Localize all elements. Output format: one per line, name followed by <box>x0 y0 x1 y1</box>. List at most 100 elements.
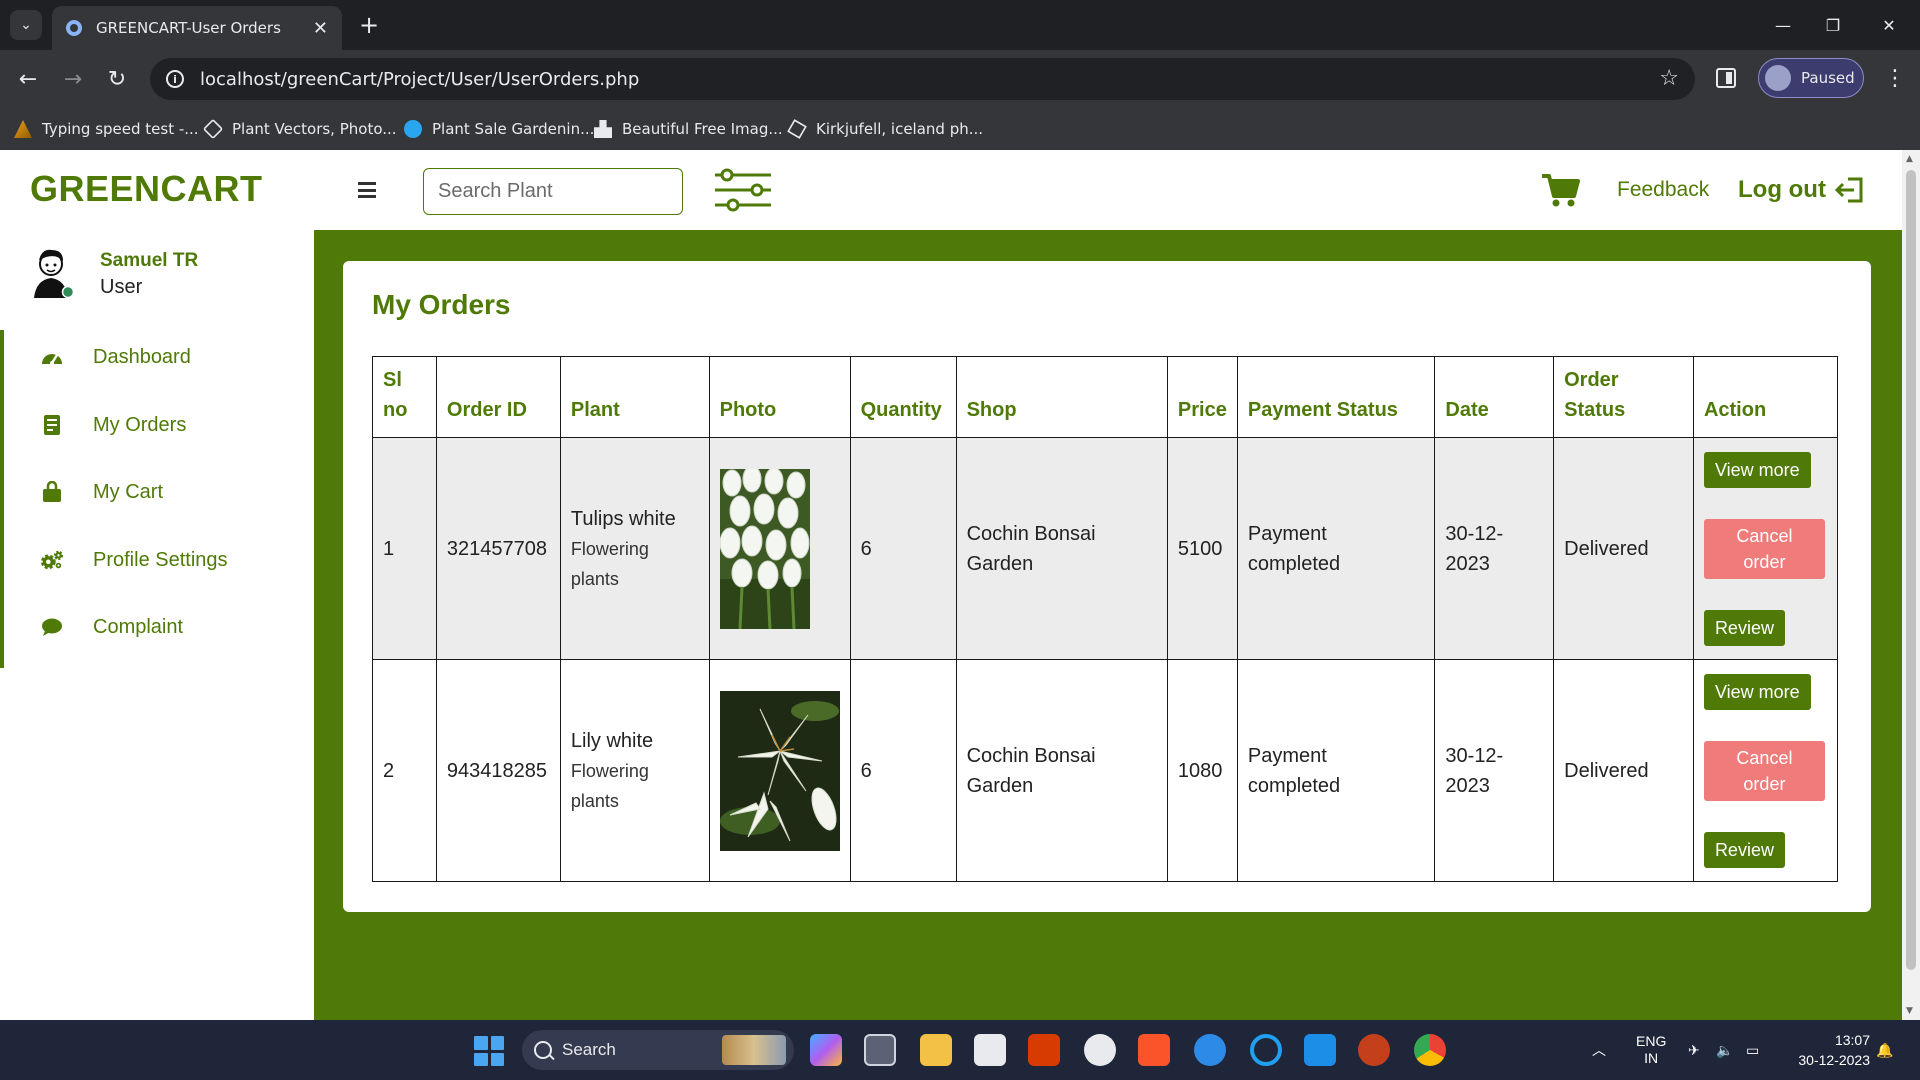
shopping-cart-icon[interactable] <box>1540 172 1580 208</box>
browser-menu-icon[interactable]: ⋮ <box>1884 64 1906 94</box>
cell-price: 1080 <box>1166 659 1238 882</box>
tray-chevron-icon[interactable]: ︿ <box>1592 1020 1606 1080</box>
globe-icon <box>66 20 82 36</box>
bookmark-item[interactable]: Beautiful Free Imag... <box>594 118 783 140</box>
bookmark-label: Typing speed test -... <box>42 120 199 138</box>
bookmark-label: Plant Vectors, Photo... <box>232 120 397 138</box>
scrollbar-thumb[interactable] <box>1906 170 1916 970</box>
col-header-payment-status: Payment Status <box>1236 356 1436 438</box>
taskbar-search-label: Search <box>562 1040 616 1059</box>
github-icon[interactable] <box>1084 1034 1116 1066</box>
orders-table: Sl no Order ID Plant Photo Quantity Shop… <box>372 356 1839 882</box>
forward-button[interactable]: → <box>58 64 88 94</box>
search-plant-input[interactable] <box>423 168 683 215</box>
powerpoint-icon[interactable] <box>1358 1034 1390 1066</box>
sidebar-item-my-cart[interactable]: My Cart <box>40 475 163 509</box>
restore-button[interactable]: ❐ <box>1810 10 1856 40</box>
file-explorer-icon[interactable] <box>920 1034 952 1066</box>
cell-photo <box>708 437 851 660</box>
tab-close-icon[interactable]: ✕ <box>313 18 328 39</box>
bookmark-item[interactable]: Plant Sale Gardenin... <box>404 118 594 140</box>
bookmark-item[interactable]: Typing speed test -... <box>14 118 199 140</box>
task-view-icon[interactable] <box>864 1034 896 1066</box>
brave-icon[interactable] <box>1138 1034 1170 1066</box>
sidebar-item-complaint[interactable]: Complaint <box>40 610 183 644</box>
cell-quantity: 6 <box>849 437 957 660</box>
cube-icon <box>787 119 807 139</box>
vscode-icon[interactable] <box>1304 1034 1336 1066</box>
airplane-icon[interactable]: ✈ <box>1688 1020 1700 1080</box>
review-button[interactable]: Review <box>1703 831 1785 868</box>
taskbar-search[interactable]: Search <box>522 1030 794 1070</box>
sidebar: Samuel TR User Dashboard My Orders My Ca… <box>0 230 314 1020</box>
plant-photo-lily <box>719 690 840 851</box>
brand-logo[interactable]: GREENCART <box>30 168 263 210</box>
site-info-icon[interactable]: i <box>166 70 184 88</box>
sidebar-item-label: My Orders <box>93 413 187 436</box>
new-tab-button[interactable]: + <box>354 10 384 40</box>
cell-shop: Cochin Bonsai Garden <box>955 659 1168 882</box>
office-icon[interactable] <box>1028 1034 1060 1066</box>
sidebar-item-my-orders[interactable]: My Orders <box>40 408 186 442</box>
sidebar-item-dashboard[interactable]: Dashboard <box>40 340 191 374</box>
volume-icon[interactable]: 🔈 <box>1716 1020 1733 1080</box>
bookmark-item[interactable]: Kirkjufell, iceland ph... <box>787 118 984 140</box>
close-window-button[interactable]: ✕ <box>1866 10 1912 40</box>
cell-photo <box>708 659 851 882</box>
sidebar-item-profile-settings[interactable]: Profile Settings <box>40 543 228 577</box>
col-header-quantity: Quantity <box>849 356 957 438</box>
profile-status: Paused <box>1801 69 1855 87</box>
cortana-icon[interactable] <box>1250 1034 1282 1066</box>
tab-search-button[interactable]: ⌄ <box>10 10 42 40</box>
scroll-up-icon[interactable]: ▲ <box>1906 154 1913 164</box>
reload-button[interactable]: ↻ <box>102 64 132 94</box>
bookmark-star-icon[interactable]: ☆ <box>1659 66 1679 91</box>
cell-order-status: Delivered <box>1553 659 1694 882</box>
logout-button[interactable]: Log out <box>1738 176 1864 204</box>
chrome-icon[interactable] <box>1414 1034 1446 1066</box>
bookmark-label: Kirkjufell, iceland ph... <box>816 120 984 138</box>
review-button[interactable]: Review <box>1703 609 1785 646</box>
cell-order-status: Delivered <box>1553 437 1694 660</box>
taskbar-clock[interactable]: 13:07 30-12-2023 <box>1770 1030 1870 1070</box>
notification-bell-icon[interactable]: 🔔 <box>1876 1020 1893 1080</box>
typing-icon <box>14 120 32 138</box>
store-icon[interactable] <box>974 1034 1006 1066</box>
view-more-button[interactable]: View more <box>1703 673 1811 710</box>
feedback-link[interactable]: Feedback <box>1617 178 1709 202</box>
col-header-sl-no: Sl no <box>372 356 437 438</box>
table-header-row: Sl no Order ID Plant Photo Quantity Shop… <box>372 356 1839 438</box>
address-bar[interactable]: i localhost/greenCart/Project/User/UserO… <box>150 58 1695 100</box>
battery-icon[interactable]: ▭ <box>1746 1020 1759 1080</box>
side-panel-icon[interactable] <box>1716 68 1736 88</box>
cell-sl-no: 1 <box>372 437 437 660</box>
cell-date: 30-12-2023 <box>1434 437 1555 660</box>
view-more-button[interactable]: View more <box>1703 451 1811 488</box>
language-indicator[interactable]: ENG IN <box>1636 1020 1666 1080</box>
back-button[interactable]: ← <box>13 64 43 94</box>
web-page: GREENCART Feedback Log out <box>0 150 1920 1020</box>
table-row: 1 321457708 Tulips white Flowering plant… <box>372 437 1839 660</box>
browser-toolbar: ← → ↻ i localhost/greenCart/Project/User… <box>0 50 1920 108</box>
help-icon[interactable] <box>1194 1034 1226 1066</box>
profile-button[interactable]: Paused <box>1758 58 1864 98</box>
side-nav: Dashboard My Orders My Cart Profile Sett… <box>0 330 314 668</box>
cancel-order-button[interactable]: Cancel order <box>1703 740 1825 801</box>
plant-category: Flowering plants <box>570 538 649 589</box>
user-role: User <box>100 276 143 298</box>
clock-time: 13:07 <box>1834 1032 1870 1048</box>
cell-price: 5100 <box>1166 437 1238 660</box>
bookmark-item[interactable]: Plant Vectors, Photo... <box>202 118 397 140</box>
windows-start-icon[interactable] <box>474 1036 504 1066</box>
page-scrollbar[interactable]: ▲ ▼ <box>1902 150 1920 1020</box>
copilot-icon[interactable] <box>810 1034 842 1066</box>
scroll-down-icon[interactable]: ▼ <box>1906 1006 1913 1016</box>
browser-tab[interactable]: GREENCART-User Orders ✕ <box>52 6 342 50</box>
clock-date: 30-12-2023 <box>1798 1052 1870 1068</box>
cancel-order-button[interactable]: Cancel order <box>1703 518 1825 579</box>
plant-category: Flowering plants <box>570 760 649 811</box>
page-title: My Orders <box>372 289 511 320</box>
filter-sliders-icon[interactable] <box>713 168 773 212</box>
hamburger-menu-icon[interactable] <box>358 182 376 198</box>
minimize-button[interactable]: — <box>1760 10 1806 40</box>
